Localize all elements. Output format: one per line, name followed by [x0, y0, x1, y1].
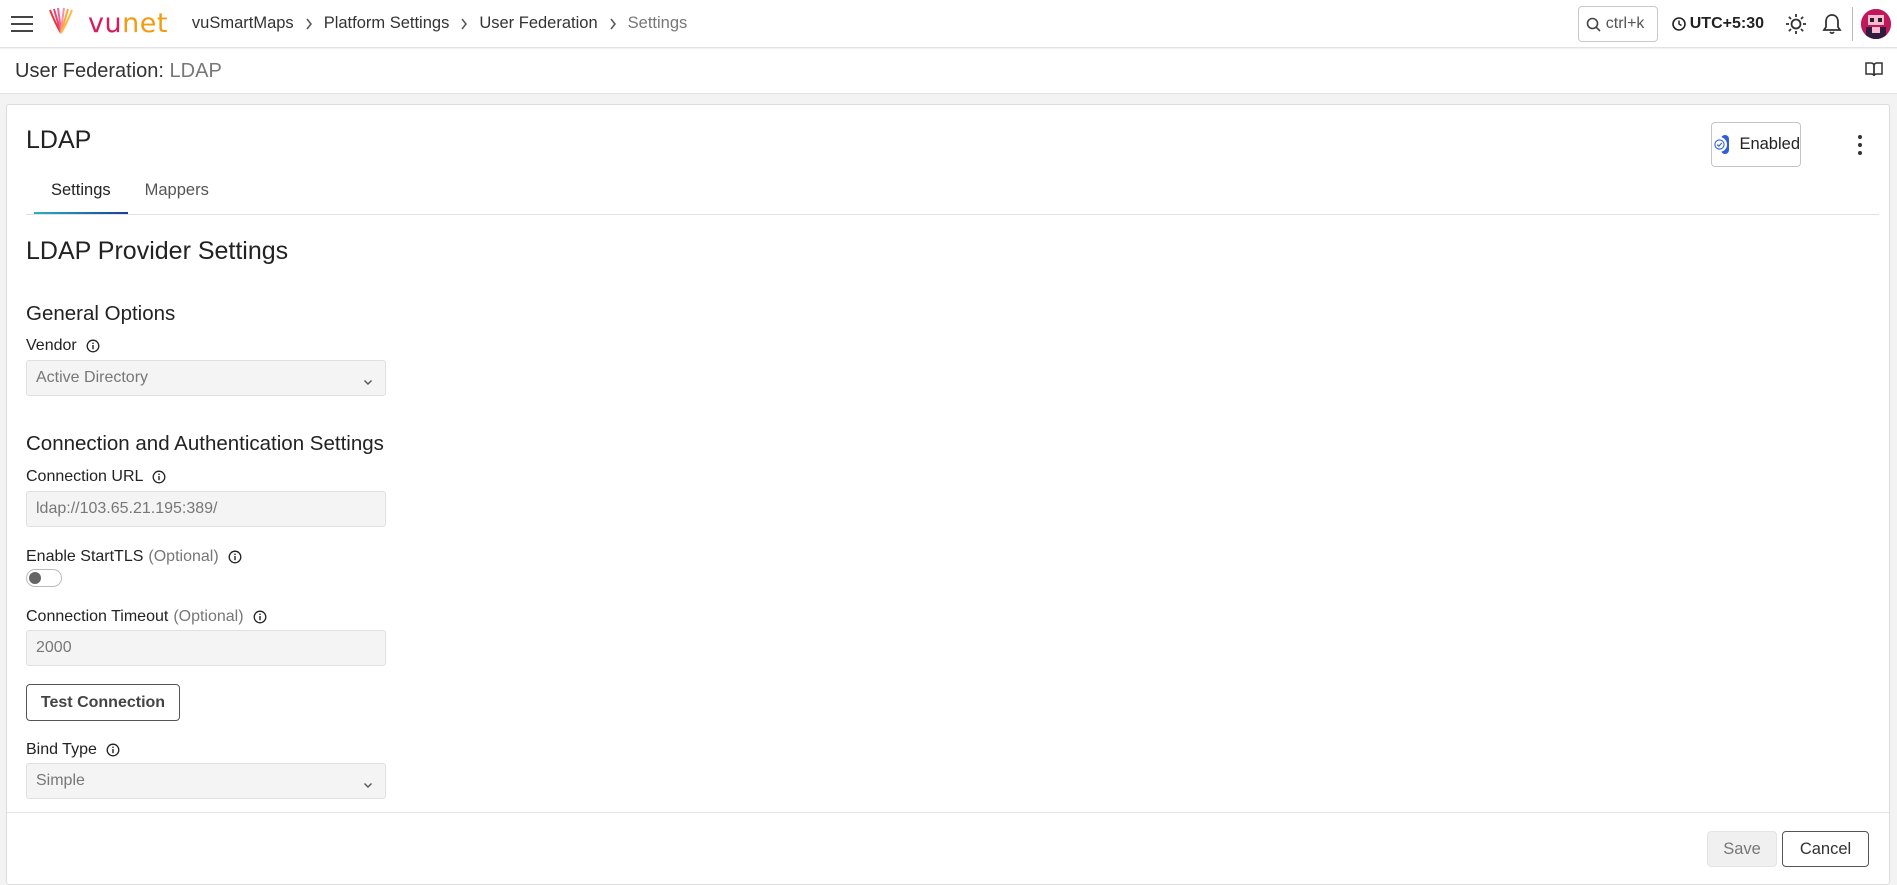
book-icon[interactable] — [1865, 61, 1883, 82]
timezone-selector[interactable]: UTC+5:30 — [1671, 15, 1764, 33]
vunet-logo-text: vunet — [88, 8, 168, 39]
starttls-label: Enable StartTLS (Optional) — [26, 548, 242, 566]
page-header: User Federation: LDAP — [0, 49, 1897, 94]
bind-type-label: Bind Type — [26, 741, 120, 759]
connection-heading: Connection and Authentication Settings — [26, 432, 384, 455]
timezone-label: UTC+5:30 — [1689, 15, 1764, 32]
tab-bar: Settings Mappers — [34, 171, 226, 215]
check-icon — [1712, 137, 1728, 152]
timeout-value: 2000 — [36, 639, 72, 656]
test-connection-button[interactable]: Test Connection — [26, 684, 180, 721]
bind-type-label-text: Bind Type — [26, 741, 97, 758]
vendor-value: Active Directory — [36, 369, 149, 386]
starttls-label-text: Enable StartTLS — [26, 548, 144, 565]
optional-tag: (Optional) — [173, 608, 244, 625]
vunet-logo-icon — [48, 7, 74, 40]
save-button[interactable]: Save — [1707, 831, 1777, 867]
breadcrumb: vuSmartMaps Platform Settings User Feder… — [192, 14, 687, 33]
tab-divider — [26, 214, 1879, 215]
tab-settings[interactable]: Settings — [34, 171, 128, 215]
connection-url-input[interactable]: ldap://103.65.21.195:389/ — [26, 491, 386, 527]
info-icon[interactable] — [152, 470, 166, 484]
breadcrumb-user-federation[interactable]: User Federation — [479, 14, 597, 33]
general-options-heading: General Options — [26, 302, 176, 325]
info-icon[interactable] — [86, 339, 100, 353]
timeout-label: Connection Timeout (Optional) — [26, 608, 267, 626]
footer-divider — [7, 812, 1889, 813]
starttls-toggle[interactable] — [26, 569, 62, 587]
clock-icon — [1671, 17, 1690, 31]
section-heading: LDAP Provider Settings — [26, 237, 289, 265]
bell-icon[interactable] — [1814, 0, 1850, 48]
toggle-knob — [29, 572, 41, 584]
breadcrumb-settings: Settings — [627, 14, 688, 32]
bind-type-value: Simple — [36, 772, 85, 789]
chevron-down-icon — [363, 776, 373, 794]
card-title: LDAP — [26, 126, 92, 154]
enabled-label: Enabled — [1739, 135, 1800, 153]
vunet-logo[interactable]: vunet — [48, 7, 168, 40]
tab-mappers[interactable]: Mappers — [128, 171, 226, 215]
connection-url-label-text: Connection URL — [26, 468, 144, 485]
chevron-right-icon — [305, 18, 313, 30]
toggle-switch[interactable] — [1712, 135, 1730, 154]
search-placeholder: ctrl+k — [1605, 15, 1645, 32]
page-title: User Federation: LDAP — [15, 60, 222, 83]
vendor-select[interactable]: Active Directory — [26, 360, 386, 396]
timeout-label-text: Connection Timeout — [26, 608, 169, 625]
divider — [1852, 7, 1853, 41]
page-title-prefix: User Federation: — [15, 59, 164, 82]
vendor-label: Vendor — [26, 337, 100, 355]
timeout-input[interactable]: 2000 — [26, 630, 386, 666]
breadcrumb-vusmartmaps[interactable]: vuSmartMaps — [192, 14, 294, 33]
connection-url-label: Connection URL — [26, 468, 166, 486]
cancel-button[interactable]: Cancel — [1782, 831, 1869, 867]
chevron-down-icon — [363, 373, 373, 391]
top-bar: vunet vuSmartMaps Platform Settings User… — [0, 0, 1897, 48]
hamburger-icon[interactable] — [0, 0, 44, 48]
sun-icon[interactable] — [1778, 0, 1814, 48]
top-bar-actions: ctrl+k UTC+5:30 — [1577, 0, 1897, 48]
info-icon[interactable] — [106, 743, 120, 757]
optional-tag: (Optional) — [148, 548, 219, 565]
connection-url-value: ldap://103.65.21.195:389/ — [36, 500, 218, 517]
chevron-right-icon — [460, 18, 468, 30]
bind-type-select[interactable]: Simple — [26, 763, 386, 799]
avatar-icon[interactable] — [1861, 9, 1891, 39]
breadcrumb-platform-settings[interactable]: Platform Settings — [324, 14, 450, 33]
page-title-value: LDAP — [169, 59, 222, 82]
enabled-toggle[interactable]: Enabled — [1711, 122, 1801, 167]
search-icon — [1586, 17, 1601, 32]
search-input[interactable]: ctrl+k — [1577, 6, 1658, 42]
info-icon[interactable] — [228, 550, 242, 564]
ldap-settings-card: LDAP Enabled Settings Mappers LDAP Provi… — [6, 104, 1890, 885]
vendor-label-text: Vendor — [26, 337, 77, 354]
chevron-right-icon — [609, 18, 617, 30]
info-icon[interactable] — [253, 610, 267, 624]
more-options-icon[interactable] — [1853, 133, 1867, 157]
